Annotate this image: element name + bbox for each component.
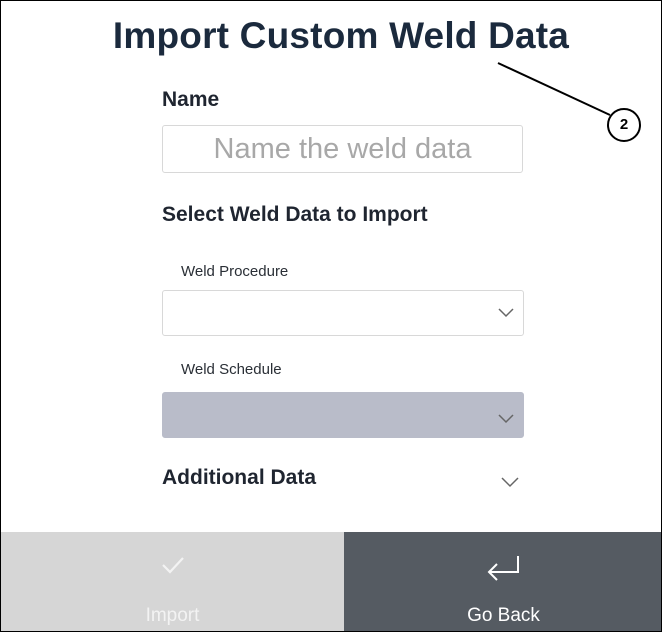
callout-number: 2: [619, 116, 629, 133]
import-button-label: Import: [145, 605, 200, 626]
callout-leader-line: [497, 62, 611, 116]
chevron-down-icon: [498, 414, 514, 424]
weld-schedule-dropdown[interactable]: [162, 392, 524, 438]
name-input[interactable]: [162, 125, 523, 173]
weld-procedure-dropdown[interactable]: [162, 290, 524, 336]
page-title: Import Custom Weld Data: [112, 15, 570, 56]
chevron-down-icon: [498, 308, 514, 318]
select-weld-data-heading: Select Weld Data to Import: [162, 203, 428, 226]
go-back-button-label: Go Back: [467, 605, 540, 626]
additional-data-toggle-label[interactable]: Additional Data: [162, 466, 316, 490]
name-label: Name: [162, 88, 220, 111]
checkmark-icon: [161, 557, 184, 574]
weld-procedure-label: Weld Procedure: [181, 263, 289, 280]
import-button[interactable]: Import: [1, 532, 344, 631]
weld-schedule-label: Weld Schedule: [181, 361, 282, 378]
go-back-button[interactable]: Go Back: [344, 532, 661, 631]
chevron-down-icon[interactable]: [500, 472, 520, 490]
import-custom-weld-data-screen: Import Custom Weld Data Name Select Weld…: [0, 0, 662, 632]
return-arrow-icon: [487, 556, 519, 581]
